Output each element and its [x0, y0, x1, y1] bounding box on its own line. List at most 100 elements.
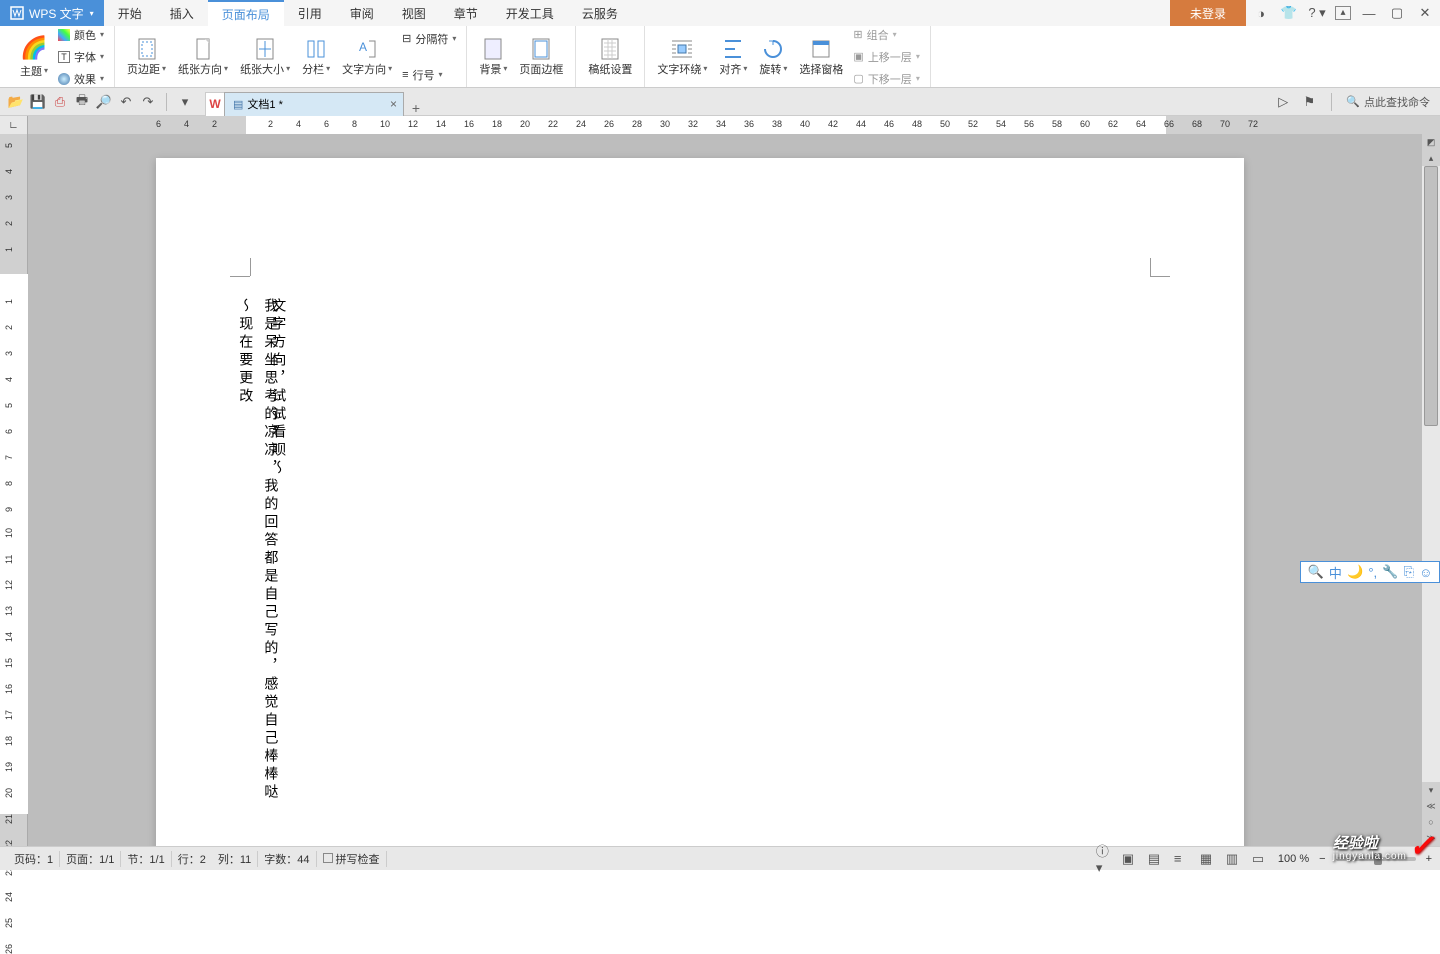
work-area: 5432112345678910111213141516171819202122… — [0, 134, 1440, 846]
prev-page-icon[interactable]: ≪ — [1422, 798, 1440, 814]
ime-search-icon[interactable]: 🔍 — [1308, 564, 1324, 580]
view-fullscreen-icon[interactable]: ▣ — [1122, 851, 1138, 867]
margin-mark — [1150, 258, 1151, 276]
app-logo[interactable]: WPS 文字 ▾ — [0, 0, 104, 26]
break-button[interactable]: ⊟分隔符▾ — [398, 29, 460, 49]
tab-start[interactable]: 开始 — [104, 0, 156, 26]
line-number-button[interactable]: ≡行号▾ — [398, 65, 460, 85]
undo-icon[interactable]: ↶ — [118, 94, 134, 110]
margins-button[interactable]: 页边距▾ — [121, 29, 172, 85]
ime-skin-icon[interactable]: ⎘ — [1404, 564, 1414, 580]
vertical-scrollbar[interactable]: ◩ ▴ ▾ ≪ ○ ≫ — [1422, 134, 1440, 846]
tab-references[interactable]: 引用 — [284, 0, 336, 26]
play-icon[interactable]: ▷ — [1275, 94, 1291, 110]
status-spell[interactable]: 拼写检查 — [317, 851, 387, 867]
font-label: 字体 — [74, 49, 96, 65]
columns-button[interactable]: 分栏▾ — [296, 29, 336, 85]
group-button[interactable]: ⊞组合▾ — [849, 25, 923, 45]
open-icon[interactable]: 📂 — [8, 94, 24, 110]
ribbon-toggle-icon[interactable]: ▴ — [1335, 6, 1351, 20]
select-pane-button[interactable]: 选择窗格 — [793, 29, 849, 85]
vertical-ruler[interactable]: 5432112345678910111213141516171819202122… — [0, 134, 28, 846]
size-button[interactable]: 纸张大小▾ — [234, 29, 296, 85]
shirt-icon[interactable]: 👕 — [1279, 5, 1299, 21]
ime-punct-icon[interactable]: °, — [1368, 565, 1377, 580]
tab-review[interactable]: 审阅 — [336, 0, 388, 26]
page[interactable]: 文字方向，试试看呗～ 我是呆坐思考的凉凉，我的回答都是自己写的，感觉自己棒棒哒～… — [156, 158, 1244, 846]
scroll-thumb[interactable] — [1424, 166, 1438, 426]
ime-lang-icon[interactable]: 中 — [1329, 563, 1342, 582]
tab-insert[interactable]: 插入 — [156, 0, 208, 26]
font-button[interactable]: T字体▾ — [54, 47, 108, 67]
document-tab[interactable]: ▤ 文档1 * × — [224, 92, 404, 116]
orientation-button[interactable]: 纸张方向▾ — [172, 29, 234, 85]
menu-tabs: 开始 插入 页面布局 引用 审阅 视图 章节 开发工具 云服务 — [104, 0, 632, 26]
view-web-icon[interactable]: ≡ — [1174, 851, 1190, 866]
ime-bar[interactable]: 🔍 中 🌙 °, 🔧 ⎘ ☺ — [1300, 561, 1440, 583]
minimize-icon[interactable]: — — [1359, 6, 1379, 21]
font-icon: T — [58, 51, 70, 63]
status-page-code[interactable]: 页码：1 — [8, 851, 60, 867]
scroll-track[interactable] — [1422, 166, 1440, 782]
save-icon[interactable]: 💾 — [30, 94, 46, 110]
watermark-check-icon: ✓ — [1409, 829, 1434, 864]
theme-button[interactable]: 🌈 主题▾ — [14, 29, 54, 85]
flag-icon[interactable]: ⚑ — [1301, 94, 1317, 110]
info-icon[interactable]: ⓘ ▾ — [1096, 841, 1112, 876]
login-button[interactable]: 未登录 — [1170, 0, 1246, 26]
ime-smiley-icon[interactable]: ☺ — [1419, 565, 1432, 580]
status-col[interactable]: 列：11 — [212, 851, 258, 867]
paper-setting-button[interactable]: 稿纸设置 — [582, 29, 638, 85]
skin-icon[interactable]: ◑ — [1251, 6, 1271, 21]
ruler-corner[interactable]: ∟ — [0, 116, 28, 134]
view-reading-icon[interactable]: ▭ — [1252, 851, 1268, 867]
scroll-down-icon[interactable]: ▾ — [1422, 782, 1440, 798]
view-outline-icon[interactable]: ▦ — [1200, 851, 1216, 867]
zoom-label[interactable]: 100 % — [1278, 853, 1309, 865]
status-words[interactable]: 字数：44 — [258, 851, 316, 867]
ime-settings-icon[interactable]: 🔧 — [1382, 564, 1398, 580]
tab-developer[interactable]: 开发工具 — [492, 0, 568, 26]
tab-close-icon[interactable]: × — [390, 97, 397, 111]
maximize-icon[interactable]: ▢ — [1387, 5, 1407, 21]
close-icon[interactable]: ✕ — [1415, 5, 1435, 21]
title-right: 未登录 ◑ 👕 ? ▾ ▴ — ▢ ✕ — [1170, 0, 1440, 26]
app-dropdown-icon[interactable]: ▾ — [90, 9, 94, 18]
border-button[interactable]: 页面边框 — [513, 29, 569, 85]
help-icon[interactable]: ? ▾ — [1307, 5, 1327, 21]
tab-view[interactable]: 视图 — [388, 0, 440, 26]
export-pdf-icon[interactable]: ⎙ — [52, 94, 68, 110]
align-button[interactable]: 对齐▾ — [713, 29, 753, 85]
ime-moon-icon[interactable]: 🌙 — [1347, 564, 1363, 580]
text-line-2[interactable]: 我是呆坐思考的凉凉，我的回答都是自己写的，感觉自己棒棒哒～现在要更改 — [232, 298, 282, 818]
canvas[interactable]: 文字方向，试试看呗～ 我是呆坐思考的凉凉，我的回答都是自己写的，感觉自己棒棒哒～… — [28, 134, 1440, 846]
tab-page-layout[interactable]: 页面布局 — [208, 0, 284, 26]
zoom-out-icon[interactable]: − — [1319, 853, 1325, 865]
color-button[interactable]: 颜色▾ — [54, 25, 108, 45]
home-tab[interactable]: W — [205, 92, 225, 116]
scroll-up-icon[interactable]: ▴ — [1422, 150, 1440, 166]
view-print-icon[interactable]: ▤ — [1148, 851, 1164, 867]
effect-button[interactable]: 效果▾ — [54, 69, 108, 89]
text-direction-button[interactable]: A 文字方向▾ — [336, 29, 398, 85]
status-page[interactable]: 页面：1/1 — [60, 851, 121, 867]
status-line[interactable]: 行：2 — [172, 851, 212, 867]
bring-front-button[interactable]: ▣上移一层▾ — [849, 47, 923, 67]
print-preview-icon[interactable]: 🔎 — [96, 94, 112, 110]
new-tab-button[interactable]: + — [404, 100, 428, 116]
send-back-button[interactable]: ▢下移一层▾ — [849, 69, 923, 89]
redo-icon[interactable]: ↷ — [140, 94, 156, 110]
print-icon[interactable]: 🖶 — [74, 94, 90, 110]
rotate-button[interactable]: 旋转▾ — [753, 29, 793, 85]
browse-object-icon[interactable]: ○ — [1422, 814, 1440, 830]
qa-customize-icon[interactable]: ▾ — [177, 94, 193, 110]
background-button[interactable]: 背景▾ — [473, 29, 513, 85]
tab-sections[interactable]: 章节 — [440, 0, 492, 26]
status-section[interactable]: 节：1/1 — [121, 851, 171, 867]
ruler-toggle-icon[interactable]: ◩ — [1422, 134, 1440, 150]
wrap-button[interactable]: 文字环绕▾ — [651, 29, 713, 85]
horizontal-ruler[interactable]: 6422468101214161820222426283032343638404… — [28, 116, 1422, 134]
tab-cloud[interactable]: 云服务 — [568, 0, 632, 26]
search-commands[interactable]: 🔍 点此查找命令 — [1346, 94, 1430, 110]
view-draft-icon[interactable]: ▥ — [1226, 851, 1242, 867]
